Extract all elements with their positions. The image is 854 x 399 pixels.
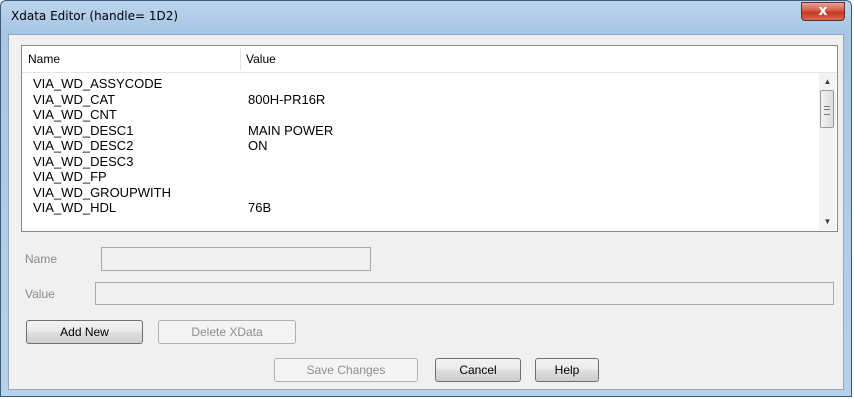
value-field-label: Value [25,287,55,301]
vertical-scrollbar[interactable]: ▲ ▼ [819,73,836,230]
title-bar[interactable]: Xdata Editor (handle= 1D2) x [1,1,851,31]
item-name: VIA_WD_ASSYCODE [33,77,163,91]
window-title: Xdata Editor (handle= 1D2) [11,9,179,23]
scroll-down-icon[interactable]: ▼ [819,213,836,230]
list-item[interactable]: VIA_WD_DESC2 ON [22,139,820,155]
delete-xdata-button[interactable]: Delete XData [158,320,296,344]
item-value: 800H-PR16R [248,91,326,107]
name-field-label: Name [25,252,58,266]
item-name: VIA_WD_FP [33,169,107,184]
xdata-list[interactable]: Name Value VIA_WD_ASSYCODE VIA_WD_CAT 80… [21,45,838,232]
save-changes-button[interactable]: Save Changes [274,358,418,382]
help-button[interactable]: Help [535,358,599,382]
close-button[interactable]: x [801,2,845,21]
item-name: VIA_WD_DESC3 [33,153,134,169]
list-item[interactable]: VIA_WD_DESC3 [22,153,820,171]
list-item[interactable]: VIA_WD_GROUPWITH [22,184,820,202]
list-item[interactable]: VIA_WD_ASSYCODE [22,77,820,93]
value-field[interactable] [95,282,834,305]
list-item[interactable]: VIA_WD_CAT 800H-PR16R [22,91,820,109]
grip-icon [824,106,830,115]
item-name: VIA_WD_CNT [33,107,117,122]
item-value: 76B [248,200,272,215]
item-name: VIA_WD_DESC2 [33,138,134,153]
column-divider[interactable] [240,48,241,70]
add-new-button[interactable]: Add New [26,320,143,344]
list-rows: VIA_WD_ASSYCODE VIA_WD_CAT 800H-PR16R VI… [22,77,820,231]
item-name: VIA_WD_DESC1 [33,122,134,138]
list-item[interactable]: VIA_WD_FP [22,170,820,186]
name-field[interactable] [101,247,371,271]
item-name: VIA_WD_HDL [33,200,117,215]
list-header: Name Value [22,46,837,73]
scroll-up-icon[interactable]: ▲ [819,73,836,90]
column-header-name[interactable]: Name [28,52,60,66]
item-value: MAIN POWER [248,122,334,138]
close-icon: x [818,3,828,19]
item-name: VIA_WD_CAT [33,91,116,107]
list-item[interactable]: VIA_WD_CNT [22,108,820,124]
item-name: VIA_WD_GROUPWITH [33,184,171,200]
list-item[interactable]: VIA_WD_DESC1 MAIN POWER [22,122,820,140]
cancel-button[interactable]: Cancel [435,358,521,382]
list-item[interactable]: VIA_WD_HDL 76B [22,201,820,217]
column-header-value[interactable]: Value [246,52,276,66]
scroll-thumb[interactable] [820,90,834,128]
item-value: ON [248,138,268,153]
